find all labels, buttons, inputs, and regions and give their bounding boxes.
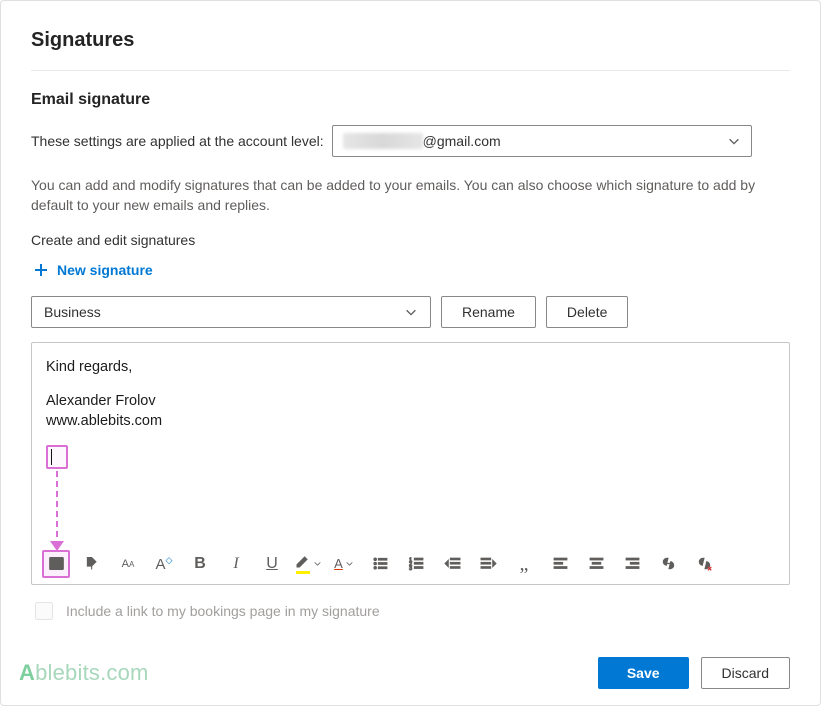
redacted-username — [343, 133, 423, 149]
quote-button[interactable]: „ — [510, 550, 538, 578]
footer: Ablebits.com Save Discard — [19, 657, 790, 689]
image-icon — [48, 555, 65, 572]
discard-button[interactable]: Discard — [701, 657, 790, 689]
font-family-button[interactable]: AA — [114, 550, 142, 578]
chevron-down-icon — [404, 305, 418, 319]
annotation-arrow — [56, 471, 58, 545]
outdent-icon — [444, 555, 461, 572]
signature-select[interactable]: Business — [31, 296, 431, 328]
underline-icon: U — [266, 555, 278, 573]
bookings-checkbox[interactable] — [35, 602, 53, 620]
format-painter-icon — [84, 555, 101, 572]
insert-link-button[interactable] — [654, 550, 682, 578]
annotation-cursor-highlight — [46, 445, 68, 469]
italic-icon: I — [233, 555, 238, 573]
highlight-button[interactable] — [294, 550, 322, 578]
italic-button[interactable]: I — [222, 550, 250, 578]
bold-button[interactable]: B — [186, 550, 214, 578]
editor-toolbar: AA A◇ B I U A — [32, 543, 789, 584]
indent-button[interactable] — [474, 550, 502, 578]
divider — [31, 70, 790, 71]
page-title: Signatures — [31, 29, 790, 52]
align-left-button[interactable] — [546, 550, 574, 578]
svg-text:3: 3 — [409, 566, 412, 572]
chevron-down-icon — [313, 559, 322, 568]
delete-button[interactable]: Delete — [546, 296, 628, 328]
bullets-icon — [372, 555, 389, 572]
insert-image-button[interactable] — [42, 550, 70, 578]
bold-icon: B — [194, 555, 206, 573]
align-right-button[interactable] — [618, 550, 646, 578]
unlink-icon — [696, 555, 713, 572]
font-family-icon: AA — [122, 558, 135, 570]
remove-link-button[interactable] — [690, 550, 718, 578]
chevron-down-icon — [345, 559, 354, 568]
footer-buttons: Save Discard — [598, 657, 790, 689]
quote-icon: „ — [520, 560, 529, 568]
indent-icon — [480, 555, 497, 572]
signature-editor: Kind regards, Alexander Frolov www.ableb… — [31, 342, 790, 585]
bookings-checkbox-row: Include a link to my bookings page in my… — [31, 599, 790, 623]
align-left-icon — [552, 555, 569, 572]
editor-line: www.ablebits.com — [46, 411, 775, 431]
font-size-icon: A◇ — [156, 555, 173, 573]
new-signature-label: New signature — [57, 262, 153, 278]
editor-content[interactable]: Kind regards, Alexander Frolov www.ableb… — [32, 343, 789, 543]
plus-icon — [33, 262, 49, 278]
underline-button[interactable]: U — [258, 550, 286, 578]
format-painter-button[interactable] — [78, 550, 106, 578]
signatures-panel: Signatures Email signature These setting… — [0, 0, 821, 706]
account-value: @gmail.com — [343, 133, 501, 149]
align-center-button[interactable] — [582, 550, 610, 578]
account-label: These settings are applied at the accoun… — [31, 133, 324, 149]
chevron-down-icon — [727, 134, 741, 148]
watermark: Ablebits.com — [19, 660, 149, 686]
align-right-icon — [624, 555, 641, 572]
account-domain: @gmail.com — [423, 133, 501, 149]
account-select[interactable]: @gmail.com — [332, 125, 752, 157]
font-size-button[interactable]: A◇ — [150, 550, 178, 578]
numbering-button[interactable]: 123 — [402, 550, 430, 578]
help-text: You can add and modify signatures that c… — [31, 175, 790, 216]
outdent-button[interactable] — [438, 550, 466, 578]
numbering-icon: 123 — [408, 555, 425, 572]
signature-controls-row: Business Rename Delete — [31, 296, 790, 328]
font-color-button[interactable]: A — [330, 550, 358, 578]
align-center-icon — [588, 555, 605, 572]
bullets-button[interactable] — [366, 550, 394, 578]
create-edit-label: Create and edit signatures — [31, 232, 790, 248]
signature-select-value: Business — [44, 304, 101, 320]
annotation-arrow-head — [50, 541, 64, 551]
account-row: These settings are applied at the accoun… — [31, 125, 790, 157]
new-signature-button[interactable]: New signature — [31, 258, 155, 282]
rename-button[interactable]: Rename — [441, 296, 536, 328]
highlight-icon — [294, 553, 311, 574]
editor-line: Alexander Frolov — [46, 391, 775, 411]
bookings-checkbox-label: Include a link to my bookings page in my… — [66, 603, 380, 619]
editor-line: Kind regards, — [46, 357, 775, 377]
link-icon — [660, 555, 677, 572]
section-title: Email signature — [31, 91, 790, 109]
font-color-icon: A — [334, 558, 343, 570]
save-button[interactable]: Save — [598, 657, 689, 689]
